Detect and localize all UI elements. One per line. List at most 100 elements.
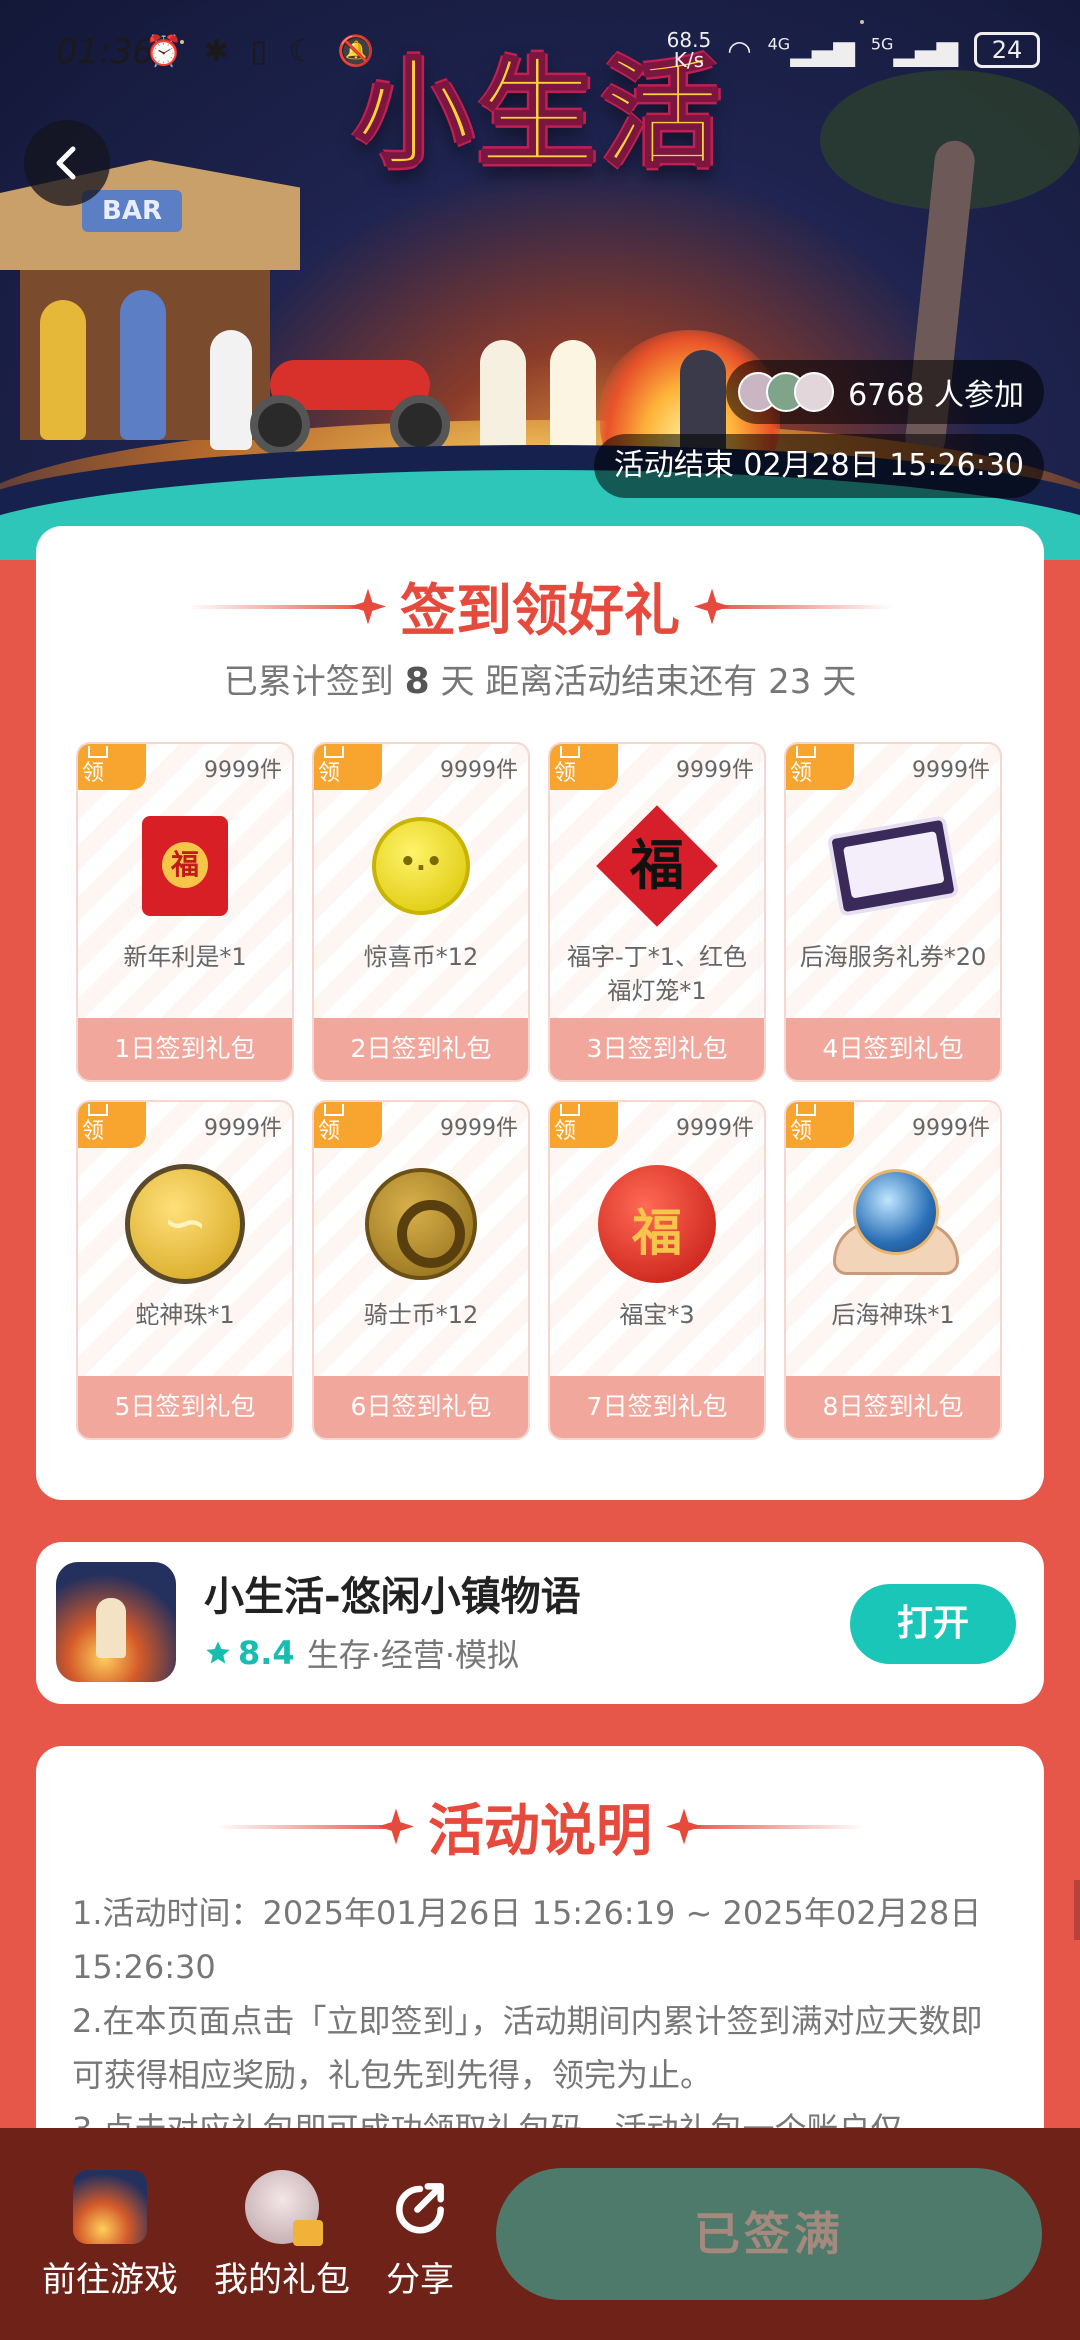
back-button[interactable]: [24, 120, 110, 206]
participants-count: 6768 人参加: [848, 378, 1024, 413]
my-gifts-button[interactable]: 我的礼包: [202, 2170, 362, 2301]
description-body: 1.活动时间：2025年01月26日 15:26:19 ~ 2025年02月28…: [72, 1886, 1008, 2156]
game-thumbnail-icon: [73, 2170, 147, 2244]
reward-card-day3[interactable]: 领 9999件 福 福字-丁*1、红色福灯笼*1 3日签到礼包: [548, 742, 766, 1082]
reward-day-label: 7日签到礼包: [550, 1376, 764, 1438]
reward-day-label: 3日签到礼包: [550, 1018, 764, 1080]
reward-stock: 9999件: [676, 1116, 754, 1141]
reward-card-day4[interactable]: 领 9999件 后海服务礼券*20 4日签到礼包: [784, 742, 1002, 1082]
character: [120, 290, 166, 440]
claim-tag: 领: [550, 1102, 618, 1148]
reward-day-label: 8日签到礼包: [786, 1376, 1000, 1438]
status-notification-icons: ⏰ ✱ ▯ ☾ 🔕: [145, 34, 381, 69]
reward-name: 福字-丁*1、红色福灯笼*1: [567, 943, 747, 1005]
surprise-coin-icon: [361, 806, 481, 926]
signed-days: 8: [404, 661, 430, 702]
reward-day-label: 4日签到礼包: [786, 1018, 1000, 1080]
signin-heading: 签到领好礼: [400, 579, 680, 644]
motorcycle-illustration: [240, 340, 460, 455]
my-gifts-label: 我的礼包: [214, 2260, 350, 2300]
reward-name: 福宝*3: [619, 1301, 695, 1329]
fubao-ball-icon: [597, 1164, 717, 1284]
game-app-rating: 8.4: [238, 1634, 295, 1672]
hero-banner: BAR 小生活 01:36 ⏰ ✱ ▯ ☾ 🔕 68.5 K/s ◠ 4G▂▄▆…: [0, 0, 1080, 560]
signal-icon-4g: 4G▂▄▆: [767, 33, 855, 67]
status-time: 01:36: [56, 32, 154, 72]
chevron-left-icon: [56, 146, 76, 180]
voucher-icon: [826, 806, 960, 926]
reward-card-day7[interactable]: 领 9999件 福宝*3 7日签到礼包: [548, 1100, 766, 1440]
character: [40, 300, 86, 440]
knight-coin-icon: [361, 1164, 481, 1284]
signin-card: 签到领好礼 已累计签到 8 天 距离活动结束还有 23 天 领 9999件 新年…: [36, 526, 1044, 1500]
fu-diamond-icon: 福: [596, 805, 718, 927]
activity-end-time: 活动结束 02月28日 15:26:30: [593, 434, 1044, 498]
net-speed: 68.5 K/s: [666, 28, 712, 72]
claim-tag: 领: [786, 744, 854, 790]
star-icon: [206, 1641, 230, 1664]
claim-tag: 领: [78, 1102, 146, 1148]
reward-card-day8[interactable]: 领 9999件 后海神珠*1 8日签到礼包: [784, 1100, 1002, 1440]
claim-tag: 领: [786, 1102, 854, 1148]
heading-sparkle-left: [188, 604, 378, 609]
open-game-button[interactable]: 打开: [850, 1584, 1016, 1664]
description-line: 2.在本页面点击「立即签到」，活动期间内累计签到满对应天数即可获得相应奖励，礼包…: [72, 2002, 983, 2094]
ocean-pearl-icon: [833, 1164, 959, 1284]
battery-icon: 24: [974, 32, 1040, 68]
red-packet-icon: [125, 806, 245, 926]
reward-grid: 领 9999件 新年利是*1 1日签到礼包 领 9999件 惊喜币*12 2日签…: [76, 742, 1006, 1440]
signed-full-button[interactable]: 已签满: [496, 2168, 1042, 2300]
share-icon: [383, 2170, 457, 2244]
claim-tag: 领: [314, 1102, 382, 1148]
remaining-days: 23: [768, 662, 812, 702]
description-heading: 活动说明: [428, 1799, 652, 1864]
description-line: 1.活动时间：2025年01月26日 15:26:19 ~ 2025年02月28…: [72, 1894, 982, 1986]
heading-sparkle-left: [216, 1824, 406, 1829]
reward-day-label: 6日签到礼包: [314, 1376, 528, 1438]
reward-stock: 9999件: [440, 1116, 518, 1141]
reward-card-day1[interactable]: 领 9999件 新年利是*1 1日签到礼包: [76, 742, 294, 1082]
claim-tag: 领: [314, 744, 382, 790]
participant-avatars: [738, 372, 835, 412]
claim-tag: 领: [78, 744, 146, 790]
status-bar: 01:36 ⏰ ✱ ▯ ☾ 🔕 68.5 K/s ◠ 4G▂▄▆ 5G▂▄▆ 2…: [0, 0, 1080, 100]
heading-sparkle-right: [702, 604, 892, 609]
reward-name: 后海神珠*1: [831, 1301, 955, 1329]
claim-tag: 领: [550, 744, 618, 790]
scrollbar[interactable]: [1074, 1880, 1080, 1940]
signin-progress-text: 已累计签到 8 天 距离活动结束还有 23 天: [223, 661, 857, 702]
bar-sign: BAR: [82, 190, 182, 232]
game-app-name: 小生活-悠闲小镇物语: [204, 1574, 581, 1620]
goto-game-button[interactable]: 前往游戏: [30, 2170, 190, 2301]
reward-day-label: 5日签到礼包: [78, 1376, 292, 1438]
avatar: [794, 372, 835, 412]
share-button[interactable]: 分享: [340, 2170, 500, 2301]
reward-card-day6[interactable]: 领 9999件 骑士币*12 6日签到礼包: [312, 1100, 530, 1440]
heading-sparkle-right: [674, 1824, 864, 1829]
reward-stock: 9999件: [676, 758, 754, 783]
reward-name: 新年利是*1: [123, 943, 247, 971]
game-app-icon[interactable]: [56, 1562, 176, 1682]
reward-stock: 9999件: [204, 1116, 282, 1141]
reward-name: 惊喜币*12: [363, 943, 479, 971]
game-app-meta: 8.4 生存·经营·模拟: [204, 1630, 519, 1676]
reward-card-day5[interactable]: 领 9999件 蛇神珠*1 5日签到礼包: [76, 1100, 294, 1440]
reward-stock: 9999件: [912, 758, 990, 783]
reward-stock: 9999件: [204, 758, 282, 783]
reward-stock: 9999件: [912, 1116, 990, 1141]
reward-day-label: 1日签到礼包: [78, 1018, 292, 1080]
wifi-icon: ◠: [727, 33, 752, 67]
snake-pearl-icon: [125, 1164, 245, 1284]
goto-game-label: 前往游戏: [42, 2260, 178, 2300]
bottom-action-bar: 前往游戏 我的礼包 分享 已签满: [0, 2128, 1080, 2340]
reward-name: 骑士币*12: [363, 1301, 479, 1329]
reward-name: 后海服务礼券*20: [799, 943, 987, 971]
reward-name: 蛇神珠*1: [135, 1301, 235, 1329]
share-label: 分享: [386, 2260, 454, 2300]
participants-badge: 6768 人参加: [726, 360, 1044, 424]
reward-day-label: 2日签到礼包: [314, 1018, 528, 1080]
gift-avatar-icon: [245, 2170, 323, 2246]
game-app-card: 小生活-悠闲小镇物语 8.4 生存·经营·模拟 打开: [36, 1542, 1044, 1704]
reward-stock: 9999件: [440, 758, 518, 783]
reward-card-day2[interactable]: 领 9999件 惊喜币*12 2日签到礼包: [312, 742, 530, 1082]
